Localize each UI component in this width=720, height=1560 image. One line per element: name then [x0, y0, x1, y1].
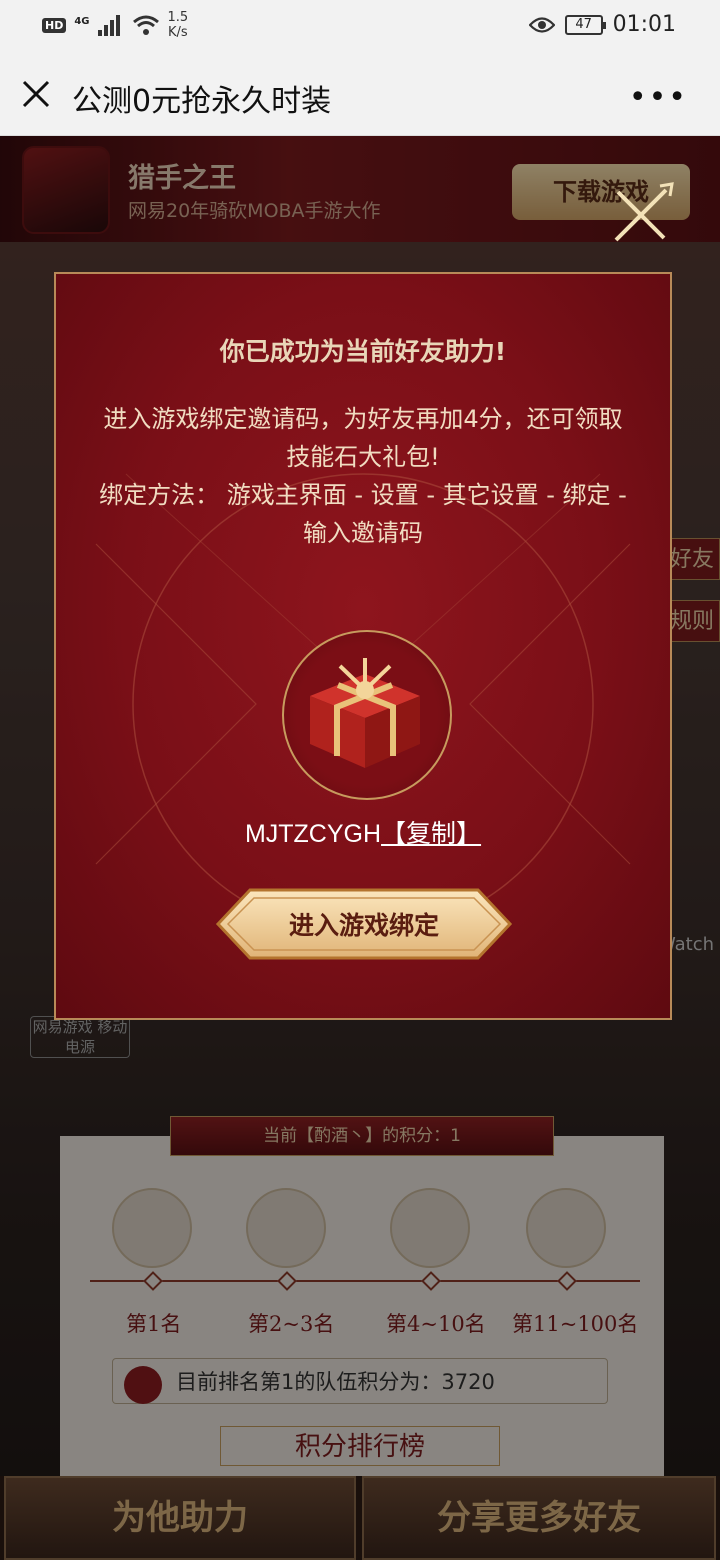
more-menu-button[interactable]: •••	[629, 80, 688, 115]
modal-title: 你已成功为当前好友助力!	[219, 337, 507, 366]
title-bar: 公测0元抢永久时装 •••	[0, 52, 720, 136]
clock: 01:01	[612, 12, 676, 37]
invite-modal: 你已成功为当前好友助力! 进入游戏绑定邀请码，为好友再加4分，还可领取技能石大礼…	[54, 272, 672, 1020]
invite-code-row: MJTZCYGH【复制】	[56, 814, 670, 850]
modal-close-icon[interactable]	[606, 180, 676, 250]
modal-text-method: 绑定方法： 游戏主界面 - 设置 - 其它设置 - 绑定 - 输入邀请码	[99, 481, 627, 547]
speed-value: 1.5	[167, 10, 189, 25]
enter-game-bind-label: 进入游戏绑定	[288, 911, 439, 940]
eye-icon	[528, 16, 555, 33]
network-speed: 1.5 K/s	[168, 10, 189, 40]
speed-unit: K/s	[168, 25, 188, 40]
status-left: HD 4G 1.5 K/s	[42, 10, 188, 40]
copy-code-link[interactable]: 【复制】	[381, 819, 481, 848]
wifi-icon	[132, 15, 159, 35]
modal-text-invite: 进入游戏绑定邀请码，为好友再加4分，还可领取技能石大礼包!	[103, 405, 623, 471]
signal-icon	[97, 15, 120, 36]
battery-icon: 47	[564, 14, 606, 35]
page-title: 公测0元抢永久时装	[72, 84, 332, 119]
status-bar: HD 4G 1.5 K/s 47 01:01	[0, 0, 720, 52]
gift-box-icon	[310, 658, 420, 768]
invite-code: MJTZCYGH	[244, 820, 382, 848]
network-type: 4G	[74, 15, 90, 27]
hd-badge: HD	[42, 17, 67, 33]
status-right: 47 01:01	[528, 12, 676, 37]
close-icon[interactable]	[20, 78, 52, 110]
modal-body: 进入游戏绑定邀请码，为好友再加4分，还可领取技能石大礼包! 绑定方法： 游戏主界…	[96, 400, 630, 552]
